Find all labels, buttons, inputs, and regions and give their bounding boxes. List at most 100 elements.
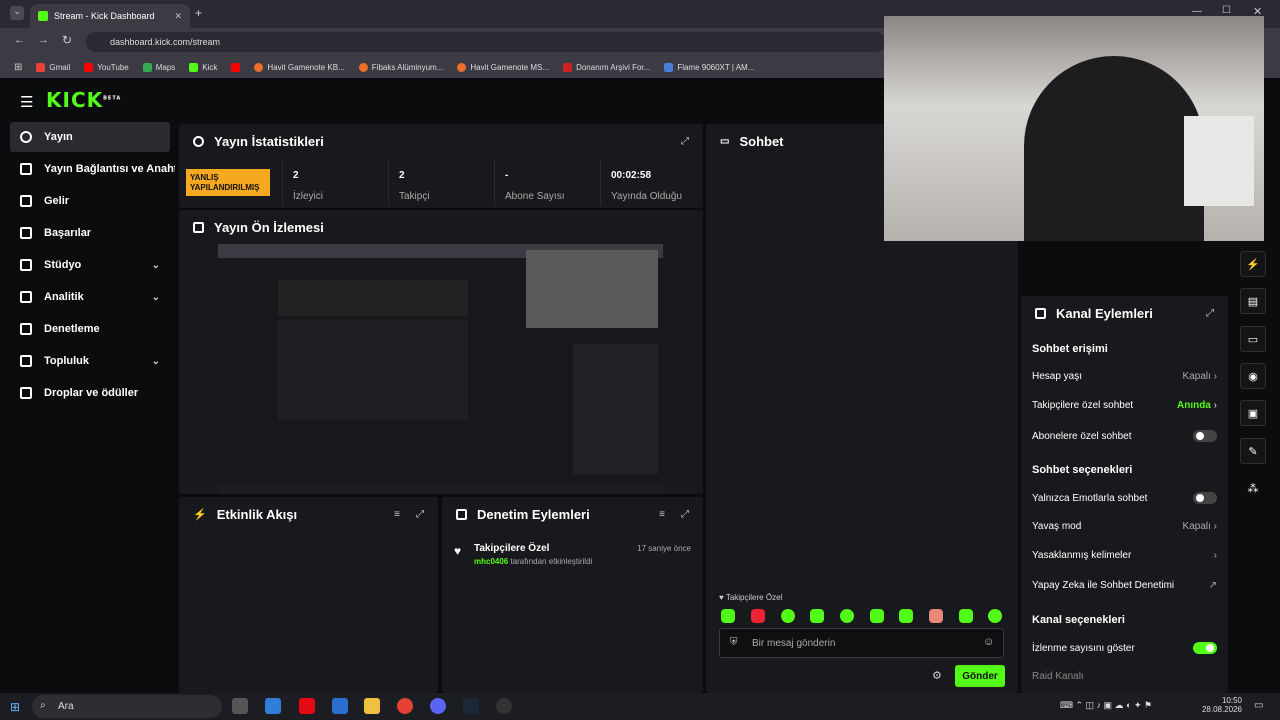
chat-header: ▭ Sohbet — [720, 134, 784, 149]
raid-channel-row[interactable]: Raid Kanalı — [1032, 671, 1217, 682]
ai-moderation-row[interactable]: Yapay Zeka ile Sohbet Denetimi ↗ — [1032, 580, 1217, 591]
bookmark-havit-kb[interactable]: Havit Gamenote KB... — [254, 62, 345, 72]
gift-icon — [20, 387, 32, 399]
chat-icon[interactable]: ▭ — [1240, 326, 1266, 352]
stats-icon — [193, 136, 204, 147]
browser-tab[interactable]: Stream - Kick Dashboard ✕ — [30, 4, 190, 28]
sidebar-item-basarilar[interactable]: Başarılar — [10, 218, 170, 248]
app-icon[interactable] — [332, 698, 348, 714]
preview-stats-mini — [278, 280, 468, 316]
url-field[interactable]: dashboard.kick.com/stream — [86, 32, 886, 52]
filter-icon[interactable]: ≡ — [659, 509, 665, 520]
channel-icon[interactable]: ▣ — [1240, 400, 1266, 426]
clock[interactable]: 10:50 28.08.2026 — [1200, 696, 1242, 714]
back-icon[interactable]: ← — [14, 34, 25, 46]
maximize-button[interactable]: ☐ — [1222, 5, 1231, 16]
community-icon — [20, 355, 32, 367]
lightning-icon[interactable]: ⚡ — [1240, 251, 1266, 277]
bookmark-flame[interactable]: Flame 9060XT | AM... — [664, 62, 754, 72]
taskbar-search[interactable]: Ara — [32, 695, 222, 718]
steam-icon[interactable] — [463, 698, 479, 714]
emote-icon[interactable] — [781, 609, 795, 623]
tray-icons[interactable]: ⌨ ⌃ ◫ ♪ ▣ ☁ ◐ ✦ ⚑ — [1060, 700, 1152, 711]
emote-icon[interactable] — [751, 609, 765, 623]
emote-icon[interactable] — [840, 609, 854, 623]
slow-mode-row[interactable]: Yavaş mod Kapalı › — [1032, 521, 1217, 532]
bookmark-gmail[interactable]: Gmail — [36, 62, 70, 72]
show-views-toggle[interactable] — [1193, 642, 1217, 654]
webcam-overlay — [884, 16, 1264, 241]
sidebar-item-analitik[interactable]: Analitik ⌄ — [10, 282, 170, 312]
notification-icon[interactable]: ▭ — [1254, 700, 1263, 711]
banned-words-row[interactable]: Yasaklanmış kelimeler › — [1032, 550, 1217, 561]
sidebar-item-denetleme[interactable]: Denetleme — [10, 314, 170, 344]
sidebar-item-topluluk[interactable]: Topluluk ⌄ — [10, 346, 170, 376]
task-view-icon[interactable] — [232, 698, 248, 714]
sidebar-item-link[interactable]: Yayın Bağlantısı ve Anahtarı — [10, 154, 175, 184]
tab-list-button[interactable]: ⌄ — [10, 6, 24, 20]
channel-actions-header: Kanal Eylemleri — [1035, 306, 1153, 321]
mod-entry-user[interactable]: mhc0406 — [474, 557, 508, 566]
emote-icon[interactable] — [929, 609, 943, 623]
sidebar: Yayın Yayın Bağlantısı ve Anahtarı Gelir… — [0, 120, 175, 695]
netflix-icon[interactable] — [299, 698, 315, 714]
bookmark-kick[interactable]: Kick — [189, 62, 217, 72]
stats-header: Yayın İstatistikleri — [193, 134, 324, 149]
kick-logo[interactable]: KICKBETA — [46, 88, 121, 112]
close-tab-icon[interactable]: ✕ — [174, 11, 182, 22]
emote-icon[interactable] — [870, 609, 884, 623]
wrench-icon[interactable]: ✎ — [1240, 438, 1266, 464]
menu-icon[interactable]: ☰ — [20, 93, 33, 111]
expand-icon[interactable]: ⤢ — [416, 509, 424, 520]
subs-only-toggle[interactable] — [1193, 430, 1217, 442]
shield-icon: ⛨ — [730, 637, 738, 648]
emote-icon[interactable] — [810, 609, 824, 623]
community-icon[interactable]: ⁂ — [1240, 475, 1266, 501]
file-explorer-icon[interactable] — [364, 698, 380, 714]
stream-preview-video[interactable] — [218, 244, 663, 494]
sidebar-item-yayin[interactable]: Yayın — [10, 122, 170, 152]
bookmark-havit-ms[interactable]: Havit Gamenote MS... — [457, 62, 549, 72]
account-age-row[interactable]: Hesap yaşı Kapalı › — [1032, 371, 1217, 382]
bookmark-fibaks[interactable]: Fibaks Alüminyum... — [358, 62, 443, 72]
obs-icon[interactable] — [496, 698, 512, 714]
bookmark-donanim[interactable]: Donanım Arşivi For... — [563, 62, 650, 72]
emote-icon[interactable] — [959, 609, 973, 623]
reload-icon[interactable]: ↻ — [62, 33, 72, 47]
messenger-icon[interactable] — [430, 698, 446, 714]
expand-icon[interactable]: ⤢ — [1206, 308, 1214, 319]
followers-only-row[interactable]: Takipçilere özel sohbet Anında › — [1032, 400, 1217, 411]
apps-grid-icon[interactable]: ⊞ — [14, 62, 22, 73]
sidebar-item-gelir[interactable]: Gelir — [10, 186, 170, 216]
emote-icon[interactable] — [988, 609, 1002, 623]
windows-start-icon[interactable]: ⊞ — [10, 700, 20, 714]
external-link-icon: ↗ — [1208, 580, 1217, 591]
list-icon[interactable]: ▤ — [1240, 288, 1266, 314]
chevron-down-icon: ⌄ — [151, 259, 160, 271]
filter-icon[interactable]: ≡ — [394, 509, 400, 520]
bookmark-youtube[interactable]: YouTube — [84, 62, 129, 72]
preview-webcam-mini — [526, 250, 658, 328]
gear-icon[interactable]: ⚙ — [932, 669, 942, 682]
emoji-icon[interactable]: ☺ — [983, 636, 994, 648]
bookmark-maps[interactable]: Maps — [142, 62, 175, 72]
channel-icon — [1035, 308, 1046, 319]
emote-icon[interactable] — [899, 609, 913, 623]
expand-icon[interactable]: ⤢ — [681, 136, 689, 147]
sidebar-item-droplar[interactable]: Droplar ve ödüller — [10, 378, 170, 408]
send-button[interactable]: Gönder — [955, 665, 1005, 687]
sidebar-item-studyo[interactable]: Stüdyo ⌄ — [10, 250, 170, 280]
forward-icon[interactable]: → — [38, 34, 49, 46]
emote-icon[interactable] — [721, 609, 735, 623]
bookmark-youtube-2[interactable] — [231, 62, 241, 72]
broadcast-icon[interactable]: ◉ — [1240, 363, 1266, 389]
chrome-icon[interactable] — [397, 698, 413, 714]
emote-only-toggle[interactable] — [1193, 492, 1217, 504]
new-tab-button[interactable]: + — [195, 6, 202, 20]
store-icon[interactable] — [265, 698, 281, 714]
misconfigured-badge: YANLIŞ YAPILANDIRILMIŞ — [186, 169, 270, 196]
expand-icon[interactable]: ⤢ — [681, 509, 689, 520]
chat-message-input[interactable]: Bir mesaj gönderin — [719, 628, 1004, 658]
chat-mode-label: ♥ Takipçilere Özel — [719, 593, 783, 602]
radiator — [1184, 116, 1254, 206]
